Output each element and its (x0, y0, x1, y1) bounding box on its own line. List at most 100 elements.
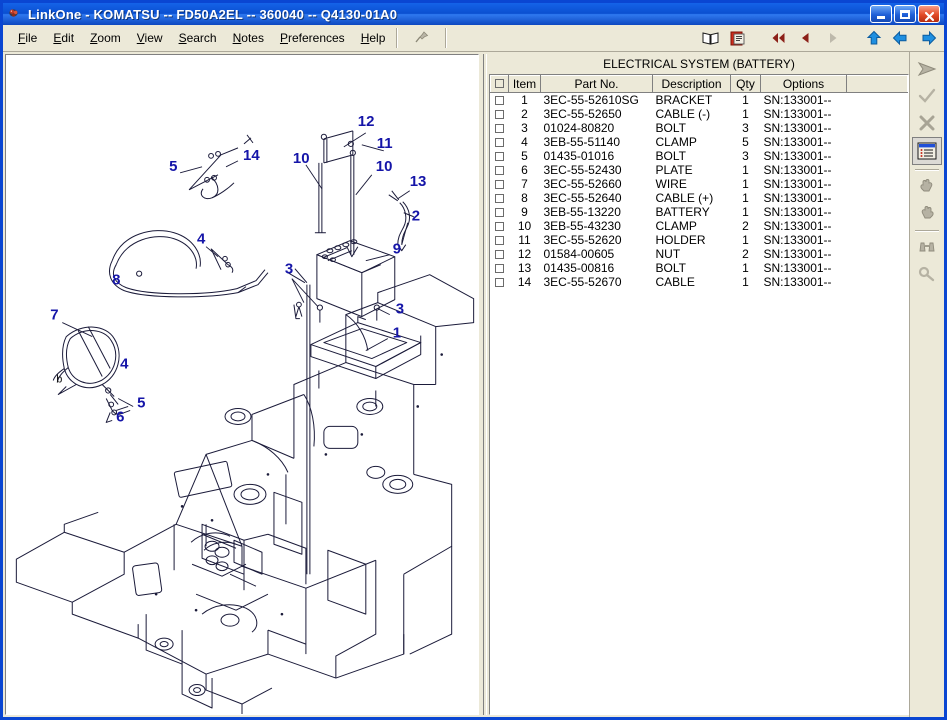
menu-file[interactable]: File (11, 28, 44, 48)
row-checkbox[interactable] (491, 163, 509, 177)
diagram-callout-5[interactable]: 5 (169, 158, 177, 175)
row-checkbox[interactable] (491, 205, 509, 219)
nav-forward-icon[interactable] (918, 29, 938, 47)
column-header-qty[interactable]: Qty (730, 75, 761, 93)
row-checkbox-box[interactable] (495, 166, 504, 176)
row-checkbox-box[interactable] (495, 194, 504, 204)
diagram-callout-12[interactable]: 12 (358, 113, 375, 130)
diagram-callout-1[interactable]: 1 (393, 325, 401, 342)
diagram-callout-7[interactable]: 7 (50, 307, 58, 324)
minimize-button[interactable] (870, 5, 892, 23)
table-row[interactable]: 12 01584-00605 NUT 2 SN:133001-- (491, 247, 908, 261)
row-checkbox-box[interactable] (495, 250, 504, 260)
menu-bar: File Edit Zoom View Search Notes Prefere… (3, 25, 944, 52)
check-icon[interactable] (913, 83, 941, 109)
row-checkbox[interactable] (491, 93, 509, 108)
diagram-callout-3[interactable]: 3 (396, 301, 404, 318)
run-arrow-icon[interactable] (913, 56, 941, 82)
row-checkbox[interactable] (491, 261, 509, 275)
document-red-icon[interactable] (728, 29, 748, 47)
table-row[interactable]: 3 01024-80820 BOLT 3 SN:133001-- (491, 121, 908, 135)
nav-back-icon[interactable] (891, 29, 911, 47)
diagram-callout-6[interactable]: 6 (116, 408, 124, 425)
nav-previous-icon[interactable] (796, 29, 816, 47)
menu-view[interactable]: View (130, 28, 170, 48)
diagram-callout-8[interactable]: 8 (112, 272, 120, 289)
diagram-pane[interactable]: 121110101314529438317456b PYFU827 (5, 54, 479, 715)
table-row[interactable]: 7 3EC-55-52660 WIRE 1 SN:133001-- (491, 177, 908, 191)
table-row[interactable]: 6 3EC-55-52430 PLATE 1 SN:133001-- (491, 163, 908, 177)
menu-edit[interactable]: Edit (46, 28, 81, 48)
table-row[interactable]: 14 3EC-55-52670 CABLE 1 SN:133001-- (491, 275, 908, 289)
book-icon[interactable] (701, 29, 721, 47)
nav-up-icon[interactable] (864, 29, 884, 47)
nav-first-icon[interactable] (769, 29, 789, 47)
column-header-select[interactable] (490, 75, 509, 93)
parts-list-window-icon[interactable] (912, 137, 942, 165)
parts-table-container[interactable]: Item Part No. Description Qty Options 13… (489, 74, 909, 715)
diagram-callout-4[interactable]: 4 (197, 231, 206, 248)
row-checkbox-box[interactable] (495, 264, 504, 274)
row-checkbox[interactable] (491, 177, 509, 191)
row-checkbox[interactable] (491, 191, 509, 205)
close-button[interactable] (918, 5, 940, 23)
row-checkbox-box[interactable] (495, 96, 504, 106)
table-row[interactable]: 1 3EC-55-52610SG BRACKET 1 SN:133001-- (491, 93, 908, 108)
hand-right-icon[interactable] (913, 200, 941, 226)
row-checkbox-box[interactable] (495, 110, 504, 120)
diagram-callout-10[interactable]: 10 (293, 150, 310, 167)
magnifier-key-icon[interactable] (913, 261, 941, 287)
table-row[interactable]: 2 3EC-55-52650 CABLE (-) 1 SN:133001-- (491, 107, 908, 121)
table-row[interactable]: 5 01435-01016 BOLT 3 SN:133001-- (491, 149, 908, 163)
row-checkbox[interactable] (491, 149, 509, 163)
menu-help[interactable]: Help (354, 28, 393, 48)
diagram-callout-3[interactable]: 3 (285, 261, 293, 278)
row-checkbox-box[interactable] (495, 236, 504, 246)
row-checkbox[interactable] (491, 135, 509, 149)
table-row[interactable]: 13 01435-00816 BOLT 1 SN:133001-- (491, 261, 908, 275)
table-row[interactable]: 9 3EB-55-13220 BATTERY 1 SN:133001-- (491, 205, 908, 219)
pushpin-icon[interactable] (411, 29, 431, 47)
row-checkbox[interactable] (491, 247, 509, 261)
row-checkbox[interactable] (491, 219, 509, 233)
table-row[interactable]: 10 3EB-55-43230 CLAMP 2 SN:133001-- (491, 219, 908, 233)
nav-next-icon[interactable] (823, 29, 843, 47)
table-row[interactable]: 11 3EC-55-52620 HOLDER 1 SN:133001-- (491, 233, 908, 247)
hand-left-icon[interactable] (913, 173, 941, 199)
column-header-description[interactable]: Description (652, 75, 731, 93)
menu-preferences[interactable]: Preferences (273, 28, 352, 48)
diagram-callout-10[interactable]: 10 (376, 158, 393, 175)
column-header-part-no[interactable]: Part No. (540, 75, 653, 93)
diagram-callout-2[interactable]: 2 (412, 208, 420, 225)
diagram-callout-5[interactable]: 5 (137, 394, 145, 411)
binoculars-icon[interactable] (913, 234, 941, 260)
diagram-callout-4[interactable]: 4 (120, 356, 129, 373)
row-checkbox[interactable] (491, 275, 509, 289)
column-header-item[interactable]: Item (508, 75, 541, 93)
row-checkbox-box[interactable] (495, 152, 504, 162)
diagram-callout-9[interactable]: 9 (393, 241, 401, 258)
menu-search[interactable]: Search (172, 28, 224, 48)
row-checkbox[interactable] (491, 121, 509, 135)
row-checkbox-box[interactable] (495, 138, 504, 148)
menu-zoom[interactable]: Zoom (83, 28, 128, 48)
row-checkbox-box[interactable] (495, 124, 504, 134)
row-checkbox-box[interactable] (495, 208, 504, 218)
diagram-callout-14[interactable]: 14 (243, 147, 260, 164)
menu-notes[interactable]: Notes (226, 28, 271, 48)
row-checkbox[interactable] (491, 233, 509, 247)
maximize-button[interactable] (894, 5, 916, 23)
diagram-callout-13[interactable]: 13 (410, 173, 427, 190)
row-checkbox-box[interactable] (495, 222, 504, 232)
row-checkbox-box[interactable] (495, 180, 504, 190)
cell-part-no: 01024-80820 (543, 121, 615, 135)
select-all-checkbox[interactable] (495, 79, 504, 88)
row-checkbox[interactable] (491, 107, 509, 121)
diagram-callout-11[interactable]: 11 (377, 135, 393, 152)
cancel-x-icon[interactable] (913, 110, 941, 136)
table-row[interactable]: 8 3EC-55-52640 CABLE (+) 1 SN:133001-- (491, 191, 908, 205)
table-row[interactable]: 4 3EB-55-51140 CLAMP 5 SN:133001-- (491, 135, 908, 149)
column-header-options[interactable]: Options (760, 75, 847, 93)
pane-splitter[interactable] (479, 52, 489, 717)
row-checkbox-box[interactable] (495, 278, 504, 288)
